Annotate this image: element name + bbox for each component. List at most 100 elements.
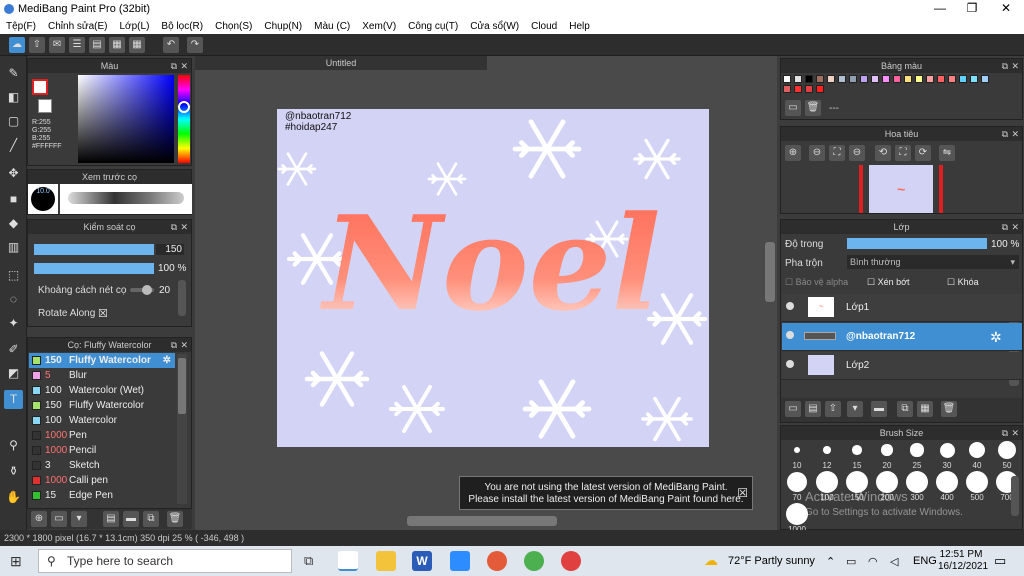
clock[interactable]: 12:51 PM 16/12/2021 — [938, 549, 988, 573]
menu-filter[interactable]: Bộ lọc(R) — [161, 21, 203, 32]
secondary-color-swatch[interactable] — [38, 99, 52, 113]
eraser-tool-icon[interactable]: ◧ — [4, 88, 23, 107]
magic-wand-icon[interactable]: ✦ — [4, 314, 23, 333]
minimize-button[interactable]: — — [923, 0, 957, 18]
notification-close-icon[interactable]: ☒ — [737, 487, 748, 499]
upload-icon[interactable]: ⇧ — [29, 37, 45, 53]
brush-settings-icon[interactable]: ▤ — [103, 511, 119, 527]
close-button[interactable]: ✕ — [989, 0, 1023, 18]
task-view-icon[interactable]: ⧉ — [304, 553, 313, 569]
notification-icon[interactable]: ▭ — [994, 553, 1006, 569]
add-palette-icon[interactable]: ▭ — [785, 100, 801, 116]
palette-swatch[interactable] — [926, 75, 934, 83]
brush-opacity-slider[interactable] — [34, 263, 154, 274]
palette-swatch[interactable] — [805, 75, 813, 83]
palette-swatch[interactable] — [970, 75, 978, 83]
menu-view[interactable]: Xem(V) — [362, 21, 396, 32]
merge-layer-icon[interactable]: ▦ — [917, 401, 933, 417]
palette-swatch[interactable] — [838, 75, 846, 83]
lasso-tool-icon[interactable]: ◌ — [4, 290, 23, 309]
menu-tools[interactable]: Công cụ(T) — [408, 21, 458, 32]
close-icon[interactable]: ✕ — [180, 338, 188, 352]
brush-item[interactable]: 150 Fluffy Watercolor — [29, 398, 175, 413]
document-canvas[interactable]: Noel @nbaotran712 #hoidap247 — [277, 109, 709, 447]
menu-snap[interactable]: Chụp(N) — [264, 21, 302, 32]
navigator-thumbnail[interactable]: ~ — [869, 165, 933, 213]
clipping-checkbox[interactable]: ☐ Xén bớt — [867, 277, 910, 288]
brush-size-dot[interactable] — [785, 502, 809, 526]
close-icon[interactable]: ✕ — [180, 59, 188, 73]
brush-size-dot[interactable] — [823, 446, 831, 454]
spacing-slider-handle[interactable] — [142, 285, 152, 295]
hand-tool-icon[interactable]: ✋ — [4, 488, 23, 507]
menu-layer[interactable]: Lớp(L) — [120, 21, 150, 32]
eyedropper-tool-icon[interactable]: ⚲ — [4, 436, 23, 455]
undock-icon[interactable]: ⧉ — [171, 59, 177, 73]
select-eraser-icon[interactable]: ◩ — [4, 364, 23, 383]
palette-swatch[interactable] — [904, 75, 912, 83]
brush-size-dot[interactable] — [852, 445, 862, 455]
vertical-scrollbar[interactable] — [765, 242, 775, 302]
weather-text[interactable]: 72°F Partly sunny — [728, 555, 815, 567]
redo-icon[interactable]: ↷ — [187, 37, 203, 53]
palette-swatch[interactable] — [981, 75, 989, 83]
close-icon[interactable]: ✕ — [1011, 59, 1019, 73]
fit-icon[interactable]: ⛶ — [829, 145, 845, 161]
layer-folder-icon[interactable]: ▬ — [871, 401, 887, 417]
rotate-left-icon[interactable]: ⟲ — [875, 145, 891, 161]
brush-size-dot[interactable] — [881, 444, 893, 456]
primary-color-swatch[interactable] — [32, 79, 48, 95]
palette-swatch[interactable] — [915, 75, 923, 83]
flip-icon[interactable]: ⛶ — [895, 145, 911, 161]
layer-row[interactable]: @nbaotran712 ✲ — [782, 323, 1022, 351]
document-tab[interactable]: Untitled — [195, 56, 487, 70]
brush-item[interactable]: 100 Watercolor (Wet) — [29, 383, 175, 398]
hue-slider[interactable] — [178, 75, 190, 163]
tray-chevron-icon[interactable]: ⌃ — [826, 555, 835, 568]
brush-size-scrollbar[interactable] — [1011, 476, 1019, 516]
layer-opacity-slider[interactable] — [847, 238, 987, 249]
duplicate-brush-icon[interactable]: ⧉ — [143, 511, 159, 527]
layer-row[interactable]: Lớp2 — [782, 352, 1022, 380]
duplicate-layer-icon[interactable]: ⧉ — [897, 401, 913, 417]
rotate-right-icon[interactable]: ⟳ — [915, 145, 931, 161]
palette-swatch[interactable] — [860, 75, 868, 83]
visibility-icon[interactable] — [786, 331, 794, 339]
zoom-minus-icon[interactable]: ⊖ — [849, 145, 865, 161]
undo-icon[interactable]: ↶ — [163, 37, 179, 53]
add-brush-icon[interactable]: ⊕ — [31, 511, 47, 527]
saturation-value-picker[interactable] — [78, 75, 174, 163]
brush-size-value[interactable]: 150 — [156, 244, 184, 255]
volume-icon[interactable]: ◁ — [890, 555, 898, 568]
brush-item[interactable]: 1000 Pen — [29, 428, 175, 443]
taskbar-search[interactable]: ⚲ Type here to search — [38, 549, 292, 573]
rectangle-tool-icon[interactable]: ▢ — [4, 112, 23, 131]
mirror-icon[interactable]: ⇋ — [939, 145, 955, 161]
brush-size-dot[interactable] — [939, 442, 955, 458]
delete-brush-icon[interactable]: 🗑 — [167, 511, 183, 527]
gear-icon[interactable]: ✲ — [990, 329, 1002, 346]
new-layer-icon[interactable]: ▭ — [785, 401, 801, 417]
bucket-alt-icon[interactable]: ⚱ — [4, 462, 23, 481]
close-icon[interactable]: ✕ — [1011, 220, 1019, 234]
chrome-profile-icon[interactable] — [561, 551, 581, 571]
grid-icon[interactable]: ▦ — [129, 37, 145, 53]
comment-icon[interactable]: ✉ — [49, 37, 65, 53]
brush-item[interactable]: 5 Blur — [29, 368, 175, 383]
palette-swatch[interactable] — [849, 75, 857, 83]
brush-size-dot[interactable] — [875, 470, 899, 494]
fill-rect-tool-icon[interactable]: ■ — [4, 190, 23, 209]
menu-cloud[interactable]: Cloud — [531, 21, 557, 32]
blend-mode-select[interactable]: Bình thường ▾ — [847, 255, 1019, 269]
zoom-icon[interactable] — [450, 551, 470, 571]
layer-row[interactable]: ~ Lớp1 — [782, 294, 1022, 322]
delete-palette-icon[interactable]: 🗑 — [805, 100, 821, 116]
horizontal-scrollbar[interactable] — [407, 516, 557, 526]
new-brush-icon[interactable]: ▭ — [51, 511, 67, 527]
palette-swatch[interactable] — [794, 75, 802, 83]
close-icon[interactable]: ✕ — [1011, 127, 1019, 141]
palette-swatch[interactable] — [937, 75, 945, 83]
palette-swatch[interactable] — [783, 75, 791, 83]
file-explorer-icon[interactable] — [376, 551, 396, 571]
gear-icon[interactable]: ✲ — [163, 353, 171, 368]
